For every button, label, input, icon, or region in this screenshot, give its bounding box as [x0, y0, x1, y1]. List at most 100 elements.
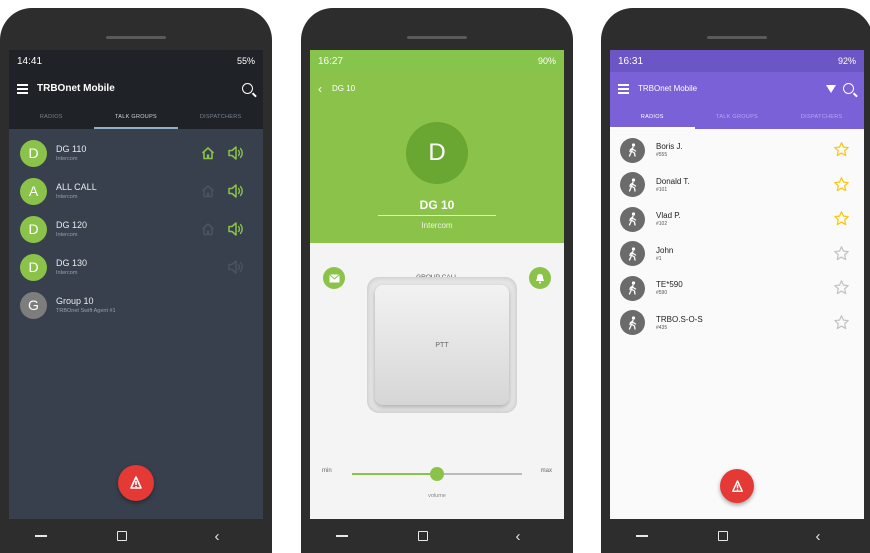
- talk-group-item[interactable]: D DG 110 Intercom: [9, 134, 263, 172]
- talk-group-avatar: G: [20, 291, 47, 319]
- talk-group-item[interactable]: G Group 10 TRBOnet Swift Agent #1: [9, 286, 263, 324]
- talk-group-avatar: A: [20, 177, 47, 205]
- talk-group-avatar: D: [20, 215, 47, 243]
- star-outline-icon[interactable]: [833, 314, 850, 331]
- emergency-button[interactable]: [118, 465, 154, 501]
- filter-icon[interactable]: [826, 84, 836, 93]
- status-bar: 14:41 55%: [9, 50, 263, 72]
- recents-button[interactable]: [636, 535, 648, 537]
- walking-person-icon: [620, 172, 645, 198]
- volume-thumb[interactable]: [430, 467, 444, 481]
- system-nav-bar: ‹: [301, 519, 573, 553]
- talk-group-name: DG 130: [56, 258, 88, 268]
- home-button[interactable]: [117, 531, 127, 541]
- status-time: 14:41: [17, 55, 43, 67]
- back-button[interactable]: ‹: [498, 528, 538, 545]
- phone-group-call: 16:27 90% ‹ DG 10 D DG 10 Intercom GROUP…: [301, 8, 573, 553]
- tab-bar: RADIOS TALK GROUPS DISPATCHERS: [610, 105, 864, 129]
- speaker-icon[interactable]: [227, 259, 245, 275]
- tab-talk-groups[interactable]: TALK GROUPS: [695, 105, 780, 129]
- radio-item[interactable]: Boris J. #555: [610, 133, 864, 168]
- ptt-frame: PTT: [367, 277, 517, 413]
- talk-group-text: DG 120 Intercom: [56, 220, 87, 238]
- talk-group-name: ALL CALL: [56, 182, 97, 192]
- screen-group-call: 16:27 90% ‹ DG 10 D DG 10 Intercom GROUP…: [310, 50, 564, 519]
- back-button[interactable]: ‹: [798, 528, 838, 545]
- app-bar: TRBOnet Mobile: [9, 72, 263, 105]
- talk-group-subtitle: Intercom: [56, 194, 78, 200]
- talk-group-item[interactable]: A ALL CALL Intercom: [9, 172, 263, 210]
- radio-item[interactable]: Donald T. #101: [610, 168, 864, 203]
- tab-bar: RADIOS TALK GROUPS DISPATCHERS: [9, 105, 263, 129]
- radio-item[interactable]: John #1: [610, 237, 864, 272]
- tab-dispatchers[interactable]: DISPATCHERS: [178, 105, 263, 129]
- tab-radios[interactable]: RADIOS: [9, 105, 94, 129]
- radio-text: Boris J. #555: [656, 142, 683, 158]
- alert-button[interactable]: [529, 267, 551, 289]
- star-filled-icon[interactable]: [833, 210, 850, 227]
- emergency-button[interactable]: [720, 469, 754, 503]
- menu-icon[interactable]: [17, 84, 28, 94]
- home-group-icon[interactable]: [201, 146, 215, 160]
- status-time: 16:27: [318, 55, 344, 67]
- radio-item[interactable]: Vlad P. #102: [610, 202, 864, 237]
- phone-radios: 16:31 92% TRBOnet Mobile RADIOS TALK GRO…: [601, 8, 870, 553]
- recents-button[interactable]: [336, 535, 348, 537]
- back-arrow-icon[interactable]: ‹: [318, 82, 322, 96]
- talk-group-item[interactable]: D DG 130 Intercom: [9, 248, 263, 286]
- radio-item[interactable]: TE*590 #590: [610, 271, 864, 306]
- tab-radios[interactable]: RADIOS: [610, 105, 695, 129]
- group-avatar: D: [406, 122, 468, 184]
- talk-group-list: D DG 110 Intercom A ALL CALL Intercom D DG 120 I…: [9, 129, 263, 324]
- talk-group-subtitle: Intercom: [56, 270, 78, 276]
- radio-text: John #1: [656, 246, 673, 262]
- radio-text: Vlad P. #102: [656, 211, 681, 227]
- tab-talk-groups[interactable]: TALK GROUPS: [93, 105, 179, 129]
- volume-row: min max: [310, 467, 564, 481]
- talk-group-text: Group 10 TRBOnet Swift Agent #1: [56, 296, 116, 314]
- radio-id: #590: [656, 290, 668, 297]
- search-icon[interactable]: [843, 83, 854, 94]
- status-bar: 16:31 92%: [610, 50, 864, 72]
- emergency-alarm-icon: [731, 479, 743, 492]
- tab-dispatchers[interactable]: DISPATCHERS: [779, 105, 864, 129]
- radio-id: #101: [656, 186, 668, 193]
- speaker-icon[interactable]: [227, 183, 245, 199]
- app-title: TRBOnet Mobile: [638, 84, 698, 93]
- radio-name: TE*590: [656, 280, 683, 290]
- home-group-icon[interactable]: [201, 184, 215, 198]
- radio-name: Boris J.: [656, 142, 683, 152]
- star-filled-icon[interactable]: [833, 176, 850, 193]
- ptt-button[interactable]: PTT: [375, 285, 509, 405]
- divider: [378, 215, 496, 216]
- speaker-icon[interactable]: [227, 221, 245, 237]
- radio-name: John: [656, 245, 674, 255]
- menu-icon[interactable]: [618, 84, 629, 94]
- home-button[interactable]: [418, 531, 428, 541]
- talk-group-item[interactable]: D DG 120 Intercom: [9, 210, 263, 248]
- speaker-icon[interactable]: [227, 145, 245, 161]
- star-outline-icon[interactable]: [833, 279, 850, 296]
- home-button[interactable]: [718, 531, 728, 541]
- radio-text: Donald T. #101: [656, 177, 690, 193]
- walking-person-icon: [620, 241, 645, 267]
- radio-item[interactable]: TRBO.S-O-S #435: [610, 306, 864, 341]
- home-group-icon[interactable]: [201, 222, 215, 236]
- talk-group-subtitle: TRBOnet Swift Agent #1: [56, 308, 116, 314]
- radio-name: Vlad P.: [656, 211, 681, 221]
- walking-person-icon: [620, 137, 645, 163]
- talk-group-avatar: D: [20, 139, 47, 167]
- talk-group-name: DG 110: [56, 144, 87, 154]
- star-outline-icon[interactable]: [833, 245, 850, 262]
- talk-group-text: ALL CALL Intercom: [56, 182, 97, 200]
- search-icon[interactable]: [242, 83, 253, 94]
- back-button[interactable]: ‹: [197, 528, 237, 545]
- volume-slider[interactable]: [352, 467, 522, 481]
- screen-talk-groups: 14:41 55% TRBOnet Mobile RADIOS TALK GRO…: [9, 50, 263, 519]
- radio-id: #555: [656, 152, 668, 159]
- radio-list: Boris J. #555 Donald T. #101 Vlad P. #102 John…: [610, 129, 864, 340]
- status-battery: 90%: [537, 56, 556, 66]
- star-filled-icon[interactable]: [833, 141, 850, 158]
- recents-button[interactable]: [35, 535, 47, 537]
- talk-group-avatar: D: [20, 253, 47, 281]
